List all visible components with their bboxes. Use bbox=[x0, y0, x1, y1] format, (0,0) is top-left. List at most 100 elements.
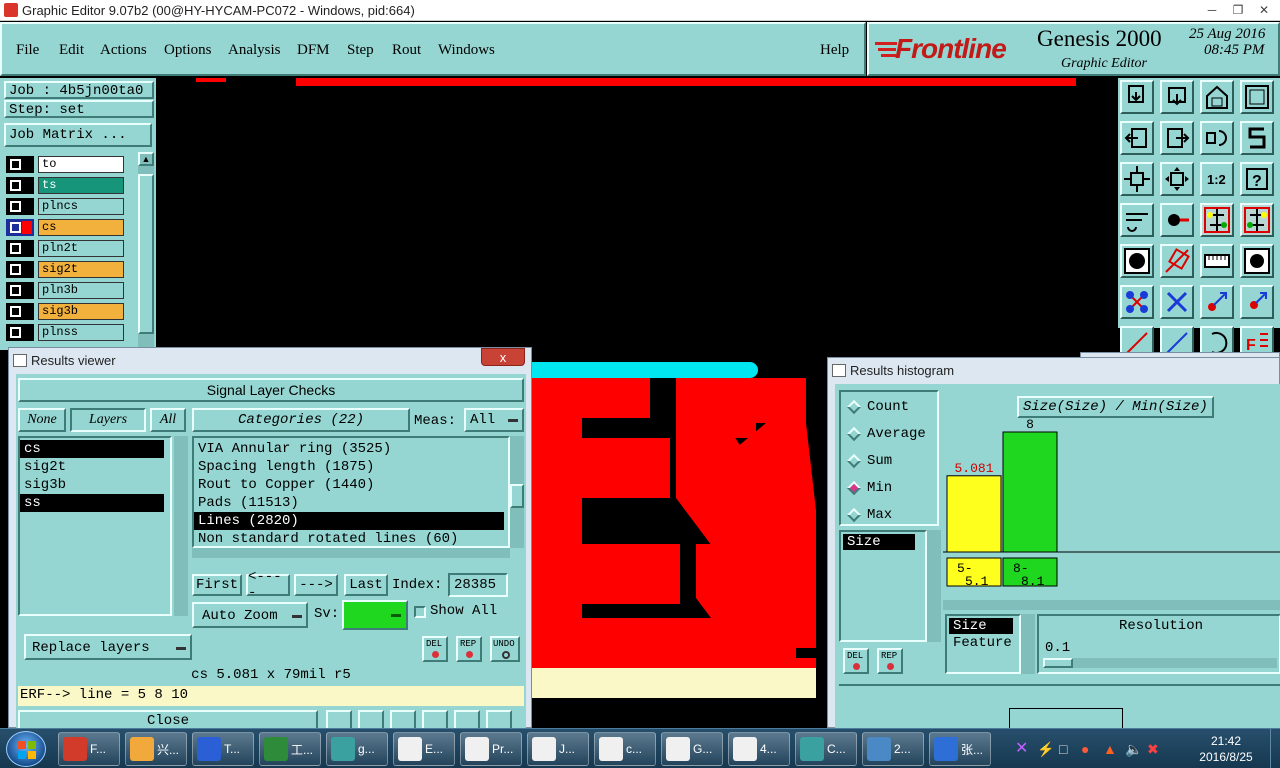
radio-sum[interactable]: Sum bbox=[846, 450, 892, 472]
swap-tool-button[interactable] bbox=[1200, 121, 1234, 155]
taskbar-item[interactable]: J... bbox=[527, 732, 589, 766]
scroll-thumb[interactable] bbox=[138, 174, 154, 334]
taskbar-item[interactable]: Pr... bbox=[460, 732, 522, 766]
radio-min[interactable]: Min bbox=[846, 477, 892, 499]
menu-options[interactable]: Options bbox=[164, 42, 212, 59]
taskbar-item[interactable]: 4... bbox=[728, 732, 790, 766]
volume-icon[interactable]: 🔈 bbox=[1125, 741, 1142, 757]
layer-row-plncs[interactable]: plncs bbox=[6, 198, 126, 215]
category-item[interactable]: VIA Annular ring (3525) bbox=[194, 440, 508, 458]
layer-toggle-icon[interactable] bbox=[6, 240, 34, 257]
taskbar-item[interactable]: c... bbox=[594, 732, 656, 766]
arrow2-tool-button[interactable] bbox=[1240, 285, 1274, 319]
tool-icon[interactable] bbox=[390, 710, 416, 730]
category-item[interactable]: Spacing length (1875) bbox=[194, 458, 508, 476]
pad-tool-button[interactable] bbox=[1240, 244, 1274, 278]
replace-layers-dropdown[interactable]: Replace layers bbox=[24, 634, 192, 660]
taskbar-item[interactable]: 兴... bbox=[125, 732, 187, 766]
layer-toggle-icon[interactable] bbox=[6, 198, 34, 215]
index-input[interactable]: 28385 bbox=[448, 573, 508, 597]
layer-row-pln2t[interactable]: pln2t bbox=[6, 240, 126, 257]
results-viewer-close-button[interactable]: x bbox=[481, 348, 525, 366]
radio-count[interactable]: Count bbox=[846, 396, 909, 418]
center-tool-button[interactable] bbox=[1160, 162, 1194, 196]
taskbar-item[interactable]: 工... bbox=[259, 732, 321, 766]
net-tool-button[interactable] bbox=[1200, 203, 1234, 237]
layer-row-ts[interactable]: ts bbox=[6, 177, 126, 194]
layer-result-item[interactable]: cs bbox=[20, 440, 164, 458]
chart-icon[interactable] bbox=[486, 710, 512, 730]
menu-windows[interactable]: Windows bbox=[438, 42, 495, 59]
scroll-up-icon[interactable]: ▲ bbox=[138, 152, 154, 166]
layer-row-pln3b[interactable]: pln3b bbox=[6, 282, 126, 299]
taskbar-item[interactable]: F... bbox=[58, 732, 120, 766]
field-list[interactable]: Size bbox=[839, 530, 927, 642]
tray-icon[interactable]: ⚡ bbox=[1037, 741, 1054, 757]
layer-toggle-icon[interactable] bbox=[6, 324, 34, 341]
taskbar-item[interactable]: E... bbox=[393, 732, 455, 766]
prev-button[interactable]: <---- bbox=[246, 569, 290, 601]
taskbar-item[interactable]: T... bbox=[192, 732, 254, 766]
histogram-bar[interactable] bbox=[946, 475, 1002, 553]
net2-tool-button[interactable] bbox=[1240, 203, 1274, 237]
layer-toggle-icon[interactable] bbox=[6, 303, 34, 320]
resolution-slider[interactable] bbox=[1043, 658, 1277, 668]
rep-button[interactable]: REP bbox=[456, 636, 482, 662]
group-feature-item[interactable]: Feature bbox=[949, 634, 1017, 652]
layer-toggle-icon[interactable] bbox=[6, 177, 34, 194]
tray-icon[interactable]: ✕ bbox=[1015, 741, 1031, 757]
layer-row-to[interactable]: to bbox=[6, 156, 126, 173]
radio-max[interactable]: Max bbox=[846, 504, 892, 526]
categories-hscrollbar[interactable] bbox=[192, 548, 510, 558]
layer-results-list[interactable]: cs sig2t sig3b ss bbox=[18, 436, 172, 616]
window-tool-button[interactable] bbox=[1240, 80, 1274, 114]
show-all-checkbox[interactable] bbox=[414, 606, 426, 618]
menu-help[interactable]: Help bbox=[820, 42, 849, 59]
taskbar-item[interactable]: G... bbox=[661, 732, 723, 766]
close-window-button[interactable]: ✕ bbox=[1252, 1, 1276, 19]
del-button[interactable]: DEL bbox=[422, 636, 448, 662]
group-by-scrollbar[interactable] bbox=[1021, 614, 1035, 674]
network-icon[interactable]: ✖ bbox=[1147, 741, 1163, 757]
field-item[interactable]: Size bbox=[843, 534, 915, 550]
show-desktop-button[interactable] bbox=[1270, 729, 1280, 768]
layer-row-cs[interactable]: cs bbox=[6, 219, 126, 236]
pan-left-tool-button[interactable] bbox=[1120, 121, 1154, 155]
meas-dropdown[interactable]: All bbox=[464, 408, 524, 432]
taskbar-item[interactable]: C... bbox=[795, 732, 857, 766]
fit-tool-button[interactable] bbox=[1120, 162, 1154, 196]
zoom-out-tool-button[interactable] bbox=[1160, 80, 1194, 114]
layer-results-scrollbar[interactable] bbox=[174, 436, 188, 616]
taskbar-item[interactable]: 2... bbox=[862, 732, 924, 766]
scroll-thumb[interactable] bbox=[510, 484, 524, 508]
help-tool-button[interactable]: ? bbox=[1240, 162, 1274, 196]
layer-result-item[interactable]: sig2t bbox=[20, 458, 170, 476]
fill-tool-button[interactable] bbox=[1120, 244, 1154, 278]
job-matrix-button[interactable]: Job Matrix ... bbox=[4, 123, 152, 147]
none-button[interactable]: None bbox=[18, 408, 66, 432]
category-item[interactable]: Non standard rotated lines (60) bbox=[194, 530, 508, 546]
taskbar-item[interactable]: 张... bbox=[929, 732, 991, 766]
pan-right-tool-button[interactable] bbox=[1160, 121, 1194, 155]
maximize-button[interactable]: ❐ bbox=[1226, 1, 1250, 19]
tray-icon[interactable]: ▲ bbox=[1103, 741, 1119, 757]
group-by-list[interactable]: Size Feature bbox=[945, 614, 1021, 674]
layer-result-item[interactable]: ss bbox=[20, 494, 164, 512]
field-list-scrollbar[interactable] bbox=[927, 530, 941, 642]
node-tool-button[interactable] bbox=[1120, 285, 1154, 319]
ruler-tool-button[interactable] bbox=[1200, 244, 1234, 278]
cross-tool-button[interactable] bbox=[1160, 285, 1194, 319]
snap-tool-button[interactable] bbox=[1240, 121, 1274, 155]
menu-step[interactable]: Step bbox=[347, 42, 374, 59]
layer-row-plnss[interactable]: plnss bbox=[6, 324, 126, 341]
menu-edit[interactable]: Edit bbox=[59, 42, 84, 59]
layer-result-item[interactable]: sig3b bbox=[20, 476, 170, 494]
tool-icon[interactable] bbox=[422, 710, 448, 730]
tool-icon[interactable] bbox=[326, 710, 352, 730]
menu-rout[interactable]: Rout bbox=[392, 42, 421, 59]
radio-average[interactable]: Average bbox=[846, 423, 926, 445]
layer-toggle-icon[interactable] bbox=[6, 156, 34, 173]
layer-toggle-icon[interactable] bbox=[6, 282, 34, 299]
hist-del-button[interactable]: DEL bbox=[843, 648, 869, 674]
sv-dropdown[interactable] bbox=[342, 600, 408, 630]
